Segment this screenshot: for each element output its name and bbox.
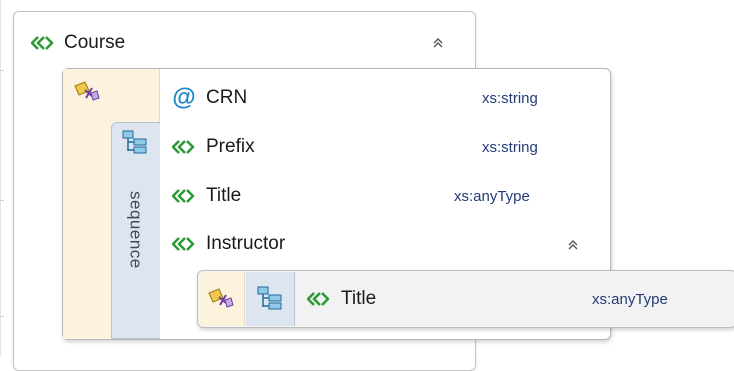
course-header[interactable]: Course (31, 30, 125, 56)
child-row-title[interactable]: Title (172, 181, 241, 211)
sequence-label: sequence (126, 191, 146, 269)
child-type: xs:anyType (592, 291, 668, 308)
course-collapse-button[interactable] (427, 32, 449, 54)
element-icon (172, 140, 195, 154)
child-label: Instructor (206, 233, 286, 254)
child-row-crn[interactable]: @ CRN (172, 83, 247, 113)
left-guide-tick (0, 316, 4, 317)
element-icon (31, 36, 54, 50)
element-icon (172, 189, 195, 203)
sequence-icon (122, 130, 148, 156)
child-label: CRN (206, 87, 248, 108)
left-guide-tick (0, 70, 4, 71)
child-type: xs:anyType (454, 188, 530, 205)
child-type: xs:string (482, 139, 538, 156)
complex-type-icon (72, 80, 102, 104)
child-row-instructor[interactable]: Instructor (172, 229, 285, 259)
complex-type-icon (206, 287, 236, 311)
child-row-prefix[interactable]: Prefix (172, 132, 255, 162)
instructor-child-row-title[interactable]: Title (307, 284, 376, 314)
double-chevron-up-icon (568, 240, 578, 250)
child-label: Prefix (206, 136, 255, 157)
left-guide-tick (0, 200, 4, 201)
sequence-icon (257, 286, 283, 312)
child-type: xs:string (482, 90, 538, 107)
course-label: Course (64, 32, 126, 53)
element-icon (307, 292, 330, 306)
attribute-icon: @ (172, 84, 196, 111)
child-label: Title (341, 288, 377, 309)
element-icon (172, 237, 195, 251)
instructor-collapse-button[interactable] (562, 234, 584, 256)
left-guide-line (0, 0, 1, 356)
double-chevron-up-icon (433, 38, 443, 48)
child-label: Title (206, 185, 242, 206)
